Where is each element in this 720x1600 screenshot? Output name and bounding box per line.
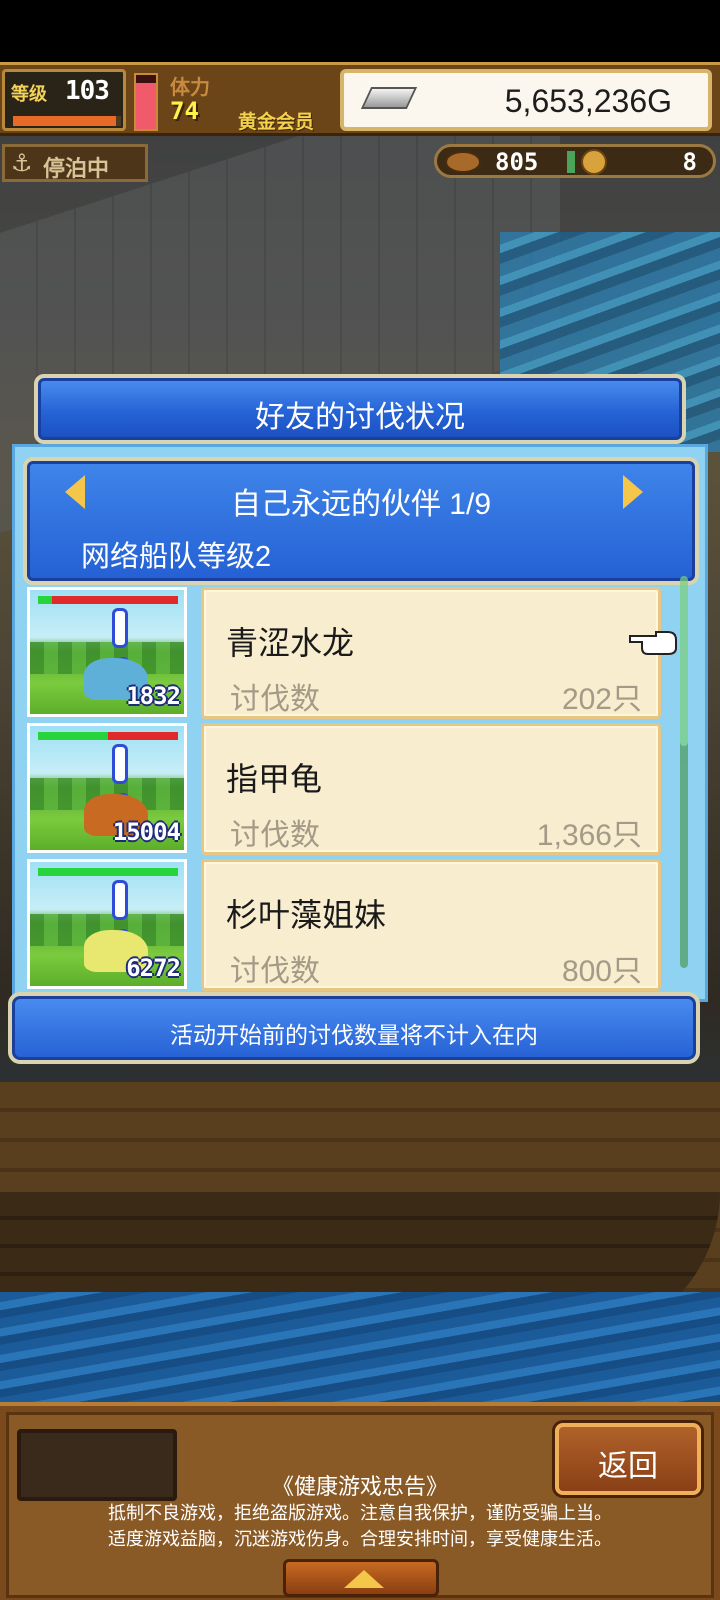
monster-card[interactable]: 指甲龟 讨伐数 1,366只 (201, 723, 661, 855)
anchor-icon: ⚓ (11, 149, 33, 177)
health-advisory-line2: 适度游戏益脑，沉迷游戏伤身。合理安排时间，享受健康生活。 (108, 1529, 612, 1549)
expand-menu-button[interactable] (283, 1559, 439, 1597)
resource1-value: 805 (495, 148, 539, 176)
sea (0, 1292, 720, 1402)
notice-text: 活动开始前的讨伐数量将不计入在内 (170, 1022, 538, 1048)
list-scrollbar[interactable] (680, 576, 688, 968)
monster-list[interactable]: 1832 青涩水龙 讨伐数 202只 15004 指甲龟 讨伐数 1,366只 … (25, 587, 685, 995)
up-arrow-icon (344, 1570, 384, 1588)
kill-label: 讨伐数 (230, 819, 320, 852)
level-panel: 等级 103 (2, 69, 126, 131)
exclamation-icon (112, 608, 130, 671)
gold-amount: 5,653,236G (504, 83, 672, 119)
ship-status-text: 停泊中 (43, 157, 110, 182)
secondary-hud: ⚓ 停泊中 805 8 (0, 140, 720, 184)
exclamation-icon (112, 880, 130, 943)
hp-green (38, 596, 52, 604)
resource2-value: 8 (682, 148, 697, 176)
monster-card[interactable]: 杉叶藻姐妹 讨伐数 800只 (201, 859, 661, 991)
hp-green (38, 868, 178, 876)
fleet-level: 网络船队等级2 (81, 541, 272, 573)
stamina-label: 体力 (170, 75, 210, 99)
monster-total: 1832 (126, 682, 181, 710)
health-advisory-title: 《健康游戏忠告》 (271, 1474, 448, 1499)
monster-name: 指甲龟 (226, 761, 323, 797)
medal-icon (581, 149, 607, 175)
next-friend-button[interactable] (623, 475, 643, 509)
level-label: 等级 (11, 84, 47, 105)
list-item[interactable]: 6272 杉叶藻姐妹 讨伐数 800只 (25, 859, 685, 993)
monster-hp-bar (38, 732, 178, 740)
ingot-icon (360, 87, 418, 109)
monster-card[interactable]: 青涩水龙 讨伐数 202只 (201, 587, 661, 719)
dialog-title: 好友的讨伐状况 (255, 401, 465, 434)
friend-header: 自己永远的伙伴 1/9 网络船队等级2 (23, 457, 699, 585)
hp-gauge-fill (136, 83, 156, 129)
kill-count: 800只 (561, 955, 642, 988)
list-item[interactable]: 1832 青涩水龙 讨伐数 202只 (25, 587, 685, 721)
kill-label: 讨伐数 (230, 683, 320, 716)
membership-badge: 黄金会员 (238, 111, 315, 133)
hp-red (108, 732, 178, 740)
fish-icon (445, 151, 481, 173)
dialog-title-bar: 好友的讨伐状况 (34, 374, 686, 444)
kill-label: 讨伐数 (230, 955, 320, 988)
list-item[interactable]: 15004 指甲龟 讨伐数 1,366只 (25, 723, 685, 857)
resource-divider (567, 151, 575, 173)
monster-name: 青涩水龙 (226, 625, 355, 661)
resource-panel: 805 8 (434, 144, 716, 178)
hp-red (52, 596, 178, 604)
monster-thumbnail: 6272 (27, 859, 187, 989)
gold-panel[interactable]: 5,653,236G (340, 69, 712, 131)
exclamation-icon (112, 744, 130, 807)
monster-thumbnail: 1832 (27, 587, 187, 717)
hp-green (38, 732, 108, 740)
scrollbar-thumb[interactable] (680, 576, 688, 746)
monster-thumbnail: 15004 (27, 723, 187, 853)
kill-count: 1,366只 (536, 819, 642, 852)
hand-pointer-icon (629, 631, 677, 655)
hp-gauge (134, 73, 158, 131)
bottom-bar: 返回 《健康游戏忠告》 抵制不良游戏，拒绝盗版游戏。注意自我保护，谨防受骗上当。… (0, 1402, 720, 1600)
monster-total: 15004 (112, 818, 181, 846)
monster-total: 6272 (126, 954, 181, 982)
monster-hp-bar (38, 596, 178, 604)
level-value: 103 (65, 76, 110, 106)
health-advisory-line1: 抵制不良游戏，拒绝盗版游戏。注意自我保护，谨防受骗上当。 (108, 1503, 612, 1523)
hunt-status-panel: 自己永远的伙伴 1/9 网络船队等级2 1832 青涩水龙 讨伐数 202只 1… (12, 444, 708, 1002)
bottom-panel: 返回 《健康游戏忠告》 抵制不良游戏，拒绝盗版游戏。注意自我保护，谨防受骗上当。… (6, 1412, 714, 1598)
exp-bar (13, 116, 121, 126)
ship-status: ⚓ 停泊中 (2, 144, 148, 182)
status-hud: 等级 103 体力 74 黄金会员 5,653,236G (0, 62, 720, 136)
exp-bar-fill (13, 116, 116, 126)
kill-count: 202只 (561, 683, 642, 716)
notice-bar: 活动开始前的讨伐数量将不计入在内 (8, 992, 700, 1064)
monster-hp-bar (38, 868, 178, 876)
friend-name: 自己永远的伙伴 1/9 (230, 488, 492, 521)
stamina-value: 74 (170, 97, 199, 125)
monster-name: 杉叶藻姐妹 (226, 897, 387, 933)
